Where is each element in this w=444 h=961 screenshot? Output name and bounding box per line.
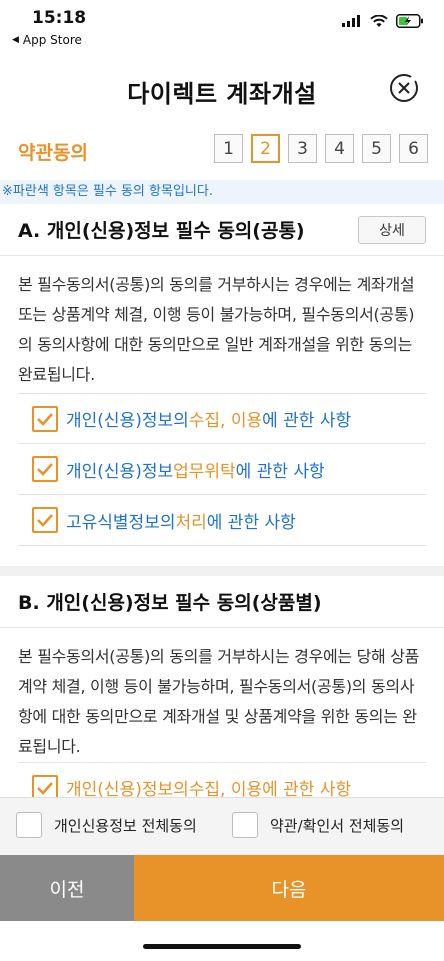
detail-button[interactable]: 상세 (358, 216, 426, 244)
checkmark-icon (37, 463, 53, 476)
consent-text-part2: 수집, 이용 (188, 411, 263, 431)
checkbox-checked[interactable] (32, 405, 58, 432)
battery-charging-icon (396, 14, 423, 28)
consent-outsourcing[interactable]: 개인(신용)정보 업무위탁 에 관한 사항 (18, 444, 426, 495)
agree-all-personal[interactable]: 개인신용정보 전체동의 (16, 812, 197, 838)
close-button[interactable] (388, 72, 420, 104)
consent-text-part2: 처리 (175, 512, 207, 533)
back-triangle-icon: ◀ (12, 35, 19, 45)
checkmark-icon (37, 781, 53, 795)
next-button[interactable]: 다음 (134, 855, 444, 921)
consent-text-part3: 에 관한 사항 (235, 461, 325, 482)
back-app-label: App Store (22, 33, 82, 47)
signal-icon (342, 15, 360, 27)
navigation-buttons: 이전 다음 (0, 855, 444, 921)
step-1: 1 (214, 134, 243, 163)
checkbox-checked[interactable] (32, 456, 58, 482)
consent-text-part3: 에 관한 사항 (262, 411, 352, 431)
section-b: B. 개인(신용)정보 필수 동의(상품별) 본 필수동의서(공통)의 동의를 … (0, 576, 444, 762)
consent-unique-id[interactable]: 고유식별정보의 처리 에 관한 사항 (18, 495, 426, 546)
section-a-header: A. 개인(신용)정보 필수 동의(공통) 상세 (0, 204, 444, 256)
home-indicator (143, 944, 301, 949)
consent-text-part3: 에 관한 사항 (206, 512, 296, 533)
prev-button[interactable]: 이전 (0, 855, 134, 921)
agree-all-bar: 개인신용정보 전체동의 약관/확인서 전체동의 (0, 797, 444, 855)
section-a: A. 개인(신용)정보 필수 동의(공통) 상세 본 필수동의서(공통)의 동의… (0, 204, 444, 390)
section-a-checklist: 개인(신용)정보의 수집, 이용 에 관한 사항 개인(신용)정보 업무위탁 에… (18, 393, 426, 546)
step-indicator: 약관동의 1 2 3 4 5 6 (0, 130, 444, 170)
agree-all-terms[interactable]: 약관/확인서 전체동의 (232, 812, 404, 838)
agree-all-terms-label: 약관/확인서 전체동의 (270, 816, 405, 835)
checkbox-checked[interactable] (32, 507, 58, 533)
agree-all-personal-checkbox[interactable] (16, 812, 42, 838)
close-icon (390, 74, 418, 102)
section-a-description: 본 필수동의서(공통)의 동의를 거부하시는 경우에는 계좌개설 또는 상품계약… (18, 275, 415, 384)
checkmark-icon (37, 412, 53, 426)
step-3: 3 (288, 134, 317, 163)
step-4: 4 (325, 134, 354, 163)
required-notice: ※파란색 항목은 필수 동의 항목입니다. (0, 180, 444, 204)
title-bar: 다이렉트 계좌개설 (0, 52, 444, 122)
agree-all-terms-checkbox[interactable] (232, 812, 258, 838)
section-a-title: A. 개인(신용)정보 필수 동의(공통) (18, 220, 305, 242)
agree-all-personal-label: 개인신용정보 전체동의 (54, 816, 197, 835)
status-icons (342, 14, 424, 28)
section-b-header: B. 개인(신용)정보 필수 동의(상품별) (0, 576, 444, 628)
consent-collection-use[interactable]: 개인(신용)정보의 수집, 이용 에 관한 사항 (18, 393, 426, 444)
consent-text-part1: 개인(신용)정보의 (66, 411, 189, 431)
consent-text-part2: 업무위탁 (173, 461, 236, 482)
page-title: 다이렉트 계좌개설 (127, 80, 317, 108)
wifi-icon (370, 14, 388, 27)
section-b-description: 본 필수동의서(공통)의 동의를 거부하시는 경우에는 당해 상품계약 체결, … (18, 647, 420, 756)
section-divider (0, 566, 444, 576)
consent-text-part1: 개인(신용)정보 (66, 461, 174, 482)
status-time: 15:18 (32, 8, 87, 28)
checkmark-icon (37, 514, 53, 527)
step-2-active: 2 (251, 134, 280, 163)
status-bar: 15:18 ◀ App Store (0, 0, 444, 52)
section-b-title: B. 개인(신용)정보 필수 동의(상품별) (18, 592, 322, 614)
consent-text-part1: 고유식별정보의 (66, 512, 176, 533)
back-to-app-link[interactable]: ◀ App Store (12, 33, 82, 47)
step-label: 약관동의 (18, 142, 88, 164)
step-6: 6 (399, 134, 428, 163)
step-5: 5 (362, 134, 391, 163)
step-list: 1 2 3 4 5 6 (214, 134, 428, 163)
